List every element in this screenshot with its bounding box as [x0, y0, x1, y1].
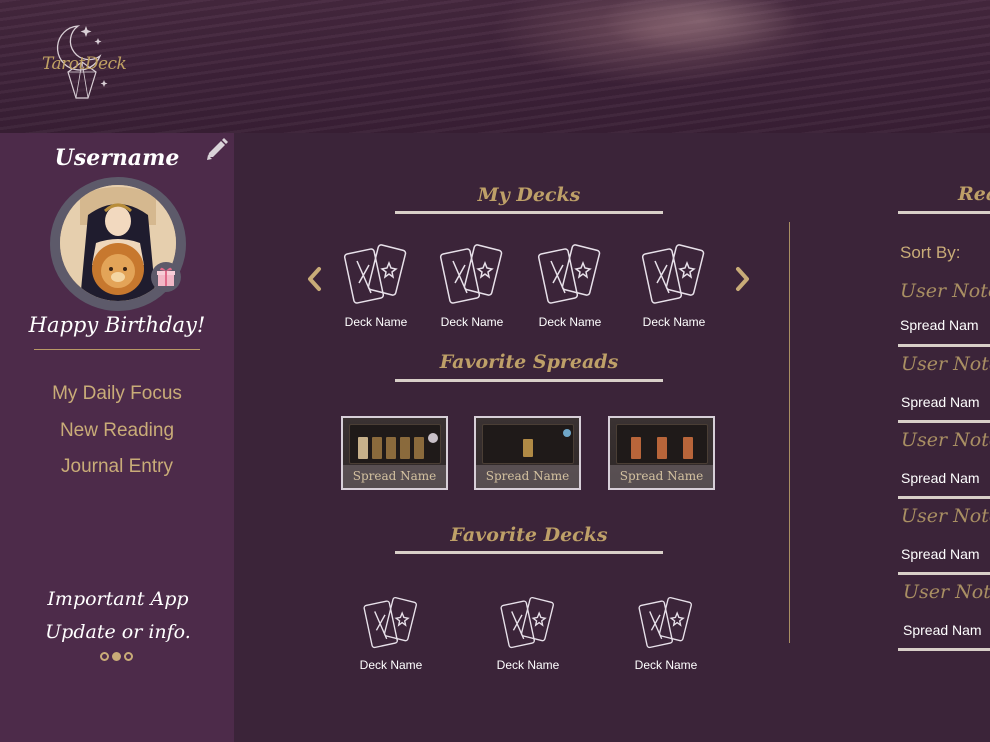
tarot-deck-icon: [537, 244, 601, 304]
note-spread-name: Spread Nam: [901, 546, 980, 562]
favorite-deck-card[interactable]: Deck Name: [482, 596, 574, 672]
my-deck-card[interactable]: Deck Name: [426, 243, 518, 329]
spread-thumbnail: [349, 424, 441, 464]
logo-text: TarotDeck: [42, 54, 127, 74]
my-deck-card[interactable]: Deck Name: [330, 243, 422, 329]
note-spread-name: Spread Nam: [903, 622, 982, 638]
note-title: User Notes: [901, 353, 990, 375]
app-logo[interactable]: TarotDeck: [38, 22, 128, 104]
favorite-spread-card[interactable]: Spread Name: [474, 416, 581, 490]
tarot-deck-icon: [343, 244, 407, 304]
deck-name: Deck Name: [440, 315, 504, 329]
favorite-decks-rule: [395, 551, 663, 554]
my-decks-rule: [395, 211, 663, 214]
favorite-spread-card[interactable]: Spread Name: [608, 416, 715, 490]
favorite-deck-card[interactable]: Deck Name: [345, 596, 437, 672]
tarot-deck-icon: [638, 596, 692, 649]
favorite-spreads-title: Favorite Spreads: [439, 351, 619, 373]
tarot-deck-icon: [641, 244, 705, 304]
deck-name: Deck Name: [359, 658, 423, 672]
favorite-deck-card[interactable]: Deck Name: [620, 596, 712, 672]
note-title: User Notes: [900, 280, 990, 302]
sort-by-label[interactable]: Sort By:: [900, 243, 960, 263]
spread-name: Spread Name: [343, 465, 446, 488]
sidebar: Username Happy Birthday! My Daily Focus: [0, 133, 234, 742]
deck-name: Deck Name: [496, 658, 560, 672]
note-divider: [898, 420, 990, 423]
spread-thumbnail: [482, 424, 574, 464]
note-title: User Notes: [901, 429, 990, 451]
deck-name: Deck Name: [344, 315, 408, 329]
nav-my-daily-focus[interactable]: My Daily Focus: [0, 383, 234, 405]
note-spread-name: Spread Nam: [901, 470, 980, 486]
my-deck-card[interactable]: Deck Name: [628, 243, 720, 329]
nav-journal-entry[interactable]: Journal Entry: [0, 456, 234, 478]
birthday-gift-icon: [151, 262, 181, 292]
note-divider: [898, 648, 990, 651]
favorite-spreads-rule: [395, 379, 663, 382]
carousel-dot[interactable]: [100, 652, 109, 661]
note-divider: [898, 344, 990, 347]
tarot-deck-icon: [439, 244, 503, 304]
note-title: User Notes: [903, 581, 990, 603]
note-divider: [898, 496, 990, 499]
announcement-line-1: Important App: [47, 588, 189, 610]
carousel-dot-active[interactable]: [112, 652, 121, 661]
tarot-deck-icon: [363, 596, 417, 649]
carousel-dot[interactable]: [124, 652, 133, 661]
carousel-dots: [100, 652, 133, 661]
deck-name: Deck Name: [634, 658, 698, 672]
chevron-right-icon[interactable]: [732, 266, 752, 292]
note-divider: [898, 572, 990, 575]
spread-name: Spread Name: [610, 465, 713, 488]
note-spread-name: Spread Nam: [900, 317, 979, 333]
readings-rule: [898, 211, 990, 214]
my-decks-title: My Decks: [477, 184, 581, 206]
favorite-spread-card[interactable]: Spread Name: [341, 416, 448, 490]
note-spread-name: Spread Nam: [901, 394, 980, 410]
nav-new-reading[interactable]: New Reading: [0, 420, 234, 442]
announcement: Important App Update or info.: [20, 583, 216, 649]
announcement-line-2: Update or info.: [45, 621, 191, 643]
chevron-left-icon[interactable]: [305, 266, 325, 292]
birthday-greeting: Happy Birthday!: [28, 313, 206, 337]
my-deck-card[interactable]: Deck Name: [524, 243, 616, 329]
header-banner: TarotDeck: [0, 0, 990, 133]
spread-thumbnail: [616, 424, 708, 464]
spread-name: Spread Name: [476, 465, 579, 488]
column-divider: [789, 222, 790, 643]
deck-name: Deck Name: [642, 315, 706, 329]
username: Username: [54, 145, 180, 171]
favorite-decks-title: Favorite Decks: [450, 524, 608, 546]
tarot-deck-icon: [500, 596, 554, 649]
readings-title: Rea: [958, 183, 990, 205]
deck-name: Deck Name: [538, 315, 602, 329]
pencil-edit-icon[interactable]: [204, 137, 230, 163]
sidebar-divider: [34, 349, 200, 350]
note-title: User Notes: [901, 505, 990, 527]
